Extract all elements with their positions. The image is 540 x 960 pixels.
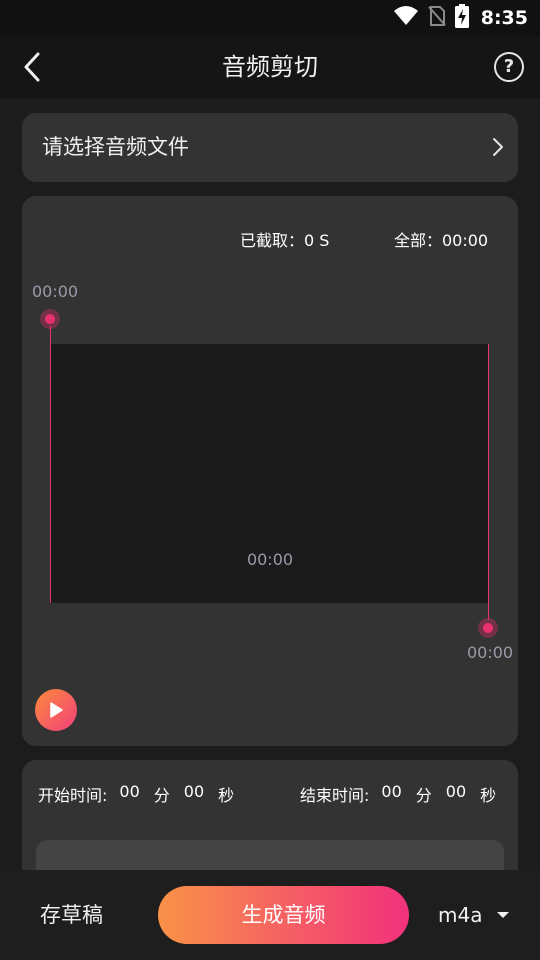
cut-duration-label: 已截取：0 S <box>240 231 330 250</box>
generate-audio-button[interactable]: 生成音频 <box>158 886 409 944</box>
end-minutes-field[interactable]: 00 <box>381 782 401 806</box>
start-minutes-unit: 分 <box>153 786 170 805</box>
battery-charging-icon <box>454 4 469 32</box>
no-sim-icon <box>427 5 447 31</box>
end-minutes-unit: 分 <box>415 786 432 805</box>
end-seconds-unit: 秒 <box>480 786 497 805</box>
chevron-right-icon <box>492 137 504 161</box>
help-button[interactable]: ? <box>494 52 524 82</box>
end-handle-time: 00:00 <box>467 643 514 662</box>
start-seconds-field[interactable]: 00 <box>184 782 204 806</box>
start-handle[interactable] <box>40 309 60 329</box>
end-handle[interactable] <box>478 618 498 638</box>
end-time-row: 结束时间: 00 分 00 秒 <box>300 782 496 806</box>
format-dropdown[interactable]: m4a <box>438 870 482 960</box>
select-audio-file-button[interactable]: 请选择音频文件 <box>22 113 518 182</box>
start-minutes-field[interactable]: 00 <box>119 782 139 806</box>
play-icon <box>50 702 63 718</box>
wifi-icon <box>393 5 419 31</box>
status-icons: 8:35 <box>393 0 528 36</box>
start-handle-time: 00:00 <box>32 282 79 301</box>
end-seconds-field[interactable]: 00 <box>446 782 466 806</box>
start-seconds-unit: 秒 <box>218 786 235 805</box>
dropdown-caret-icon <box>497 912 509 918</box>
end-time-label: 结束时间: <box>300 786 370 805</box>
app-header: 音频剪切 ? <box>0 36 540 98</box>
page-title: 音频剪切 <box>222 53 318 81</box>
start-time-label: 开始时间: <box>38 786 108 805</box>
end-marker-line <box>488 344 489 620</box>
audio-editor-card: 已截取：0 S 全部：00:00 00:00 00:00 00:00 <box>22 196 518 746</box>
save-draft-button[interactable]: 存草稿 <box>40 870 103 960</box>
select-audio-file-label: 请选择音频文件 <box>42 135 189 159</box>
playhead-time: 00:00 <box>246 550 294 569</box>
status-time: 8:35 <box>480 7 528 29</box>
bottom-action-bar: 存草稿 生成音频 m4a <box>0 870 540 960</box>
start-time-row: 开始时间: 00 分 00 秒 <box>38 782 234 806</box>
status-bar: 8:35 <box>0 0 540 36</box>
chevron-left-icon <box>24 52 40 82</box>
back-button[interactable] <box>16 50 48 84</box>
total-duration-label: 全部：00:00 <box>394 231 489 250</box>
play-button[interactable] <box>35 689 77 731</box>
